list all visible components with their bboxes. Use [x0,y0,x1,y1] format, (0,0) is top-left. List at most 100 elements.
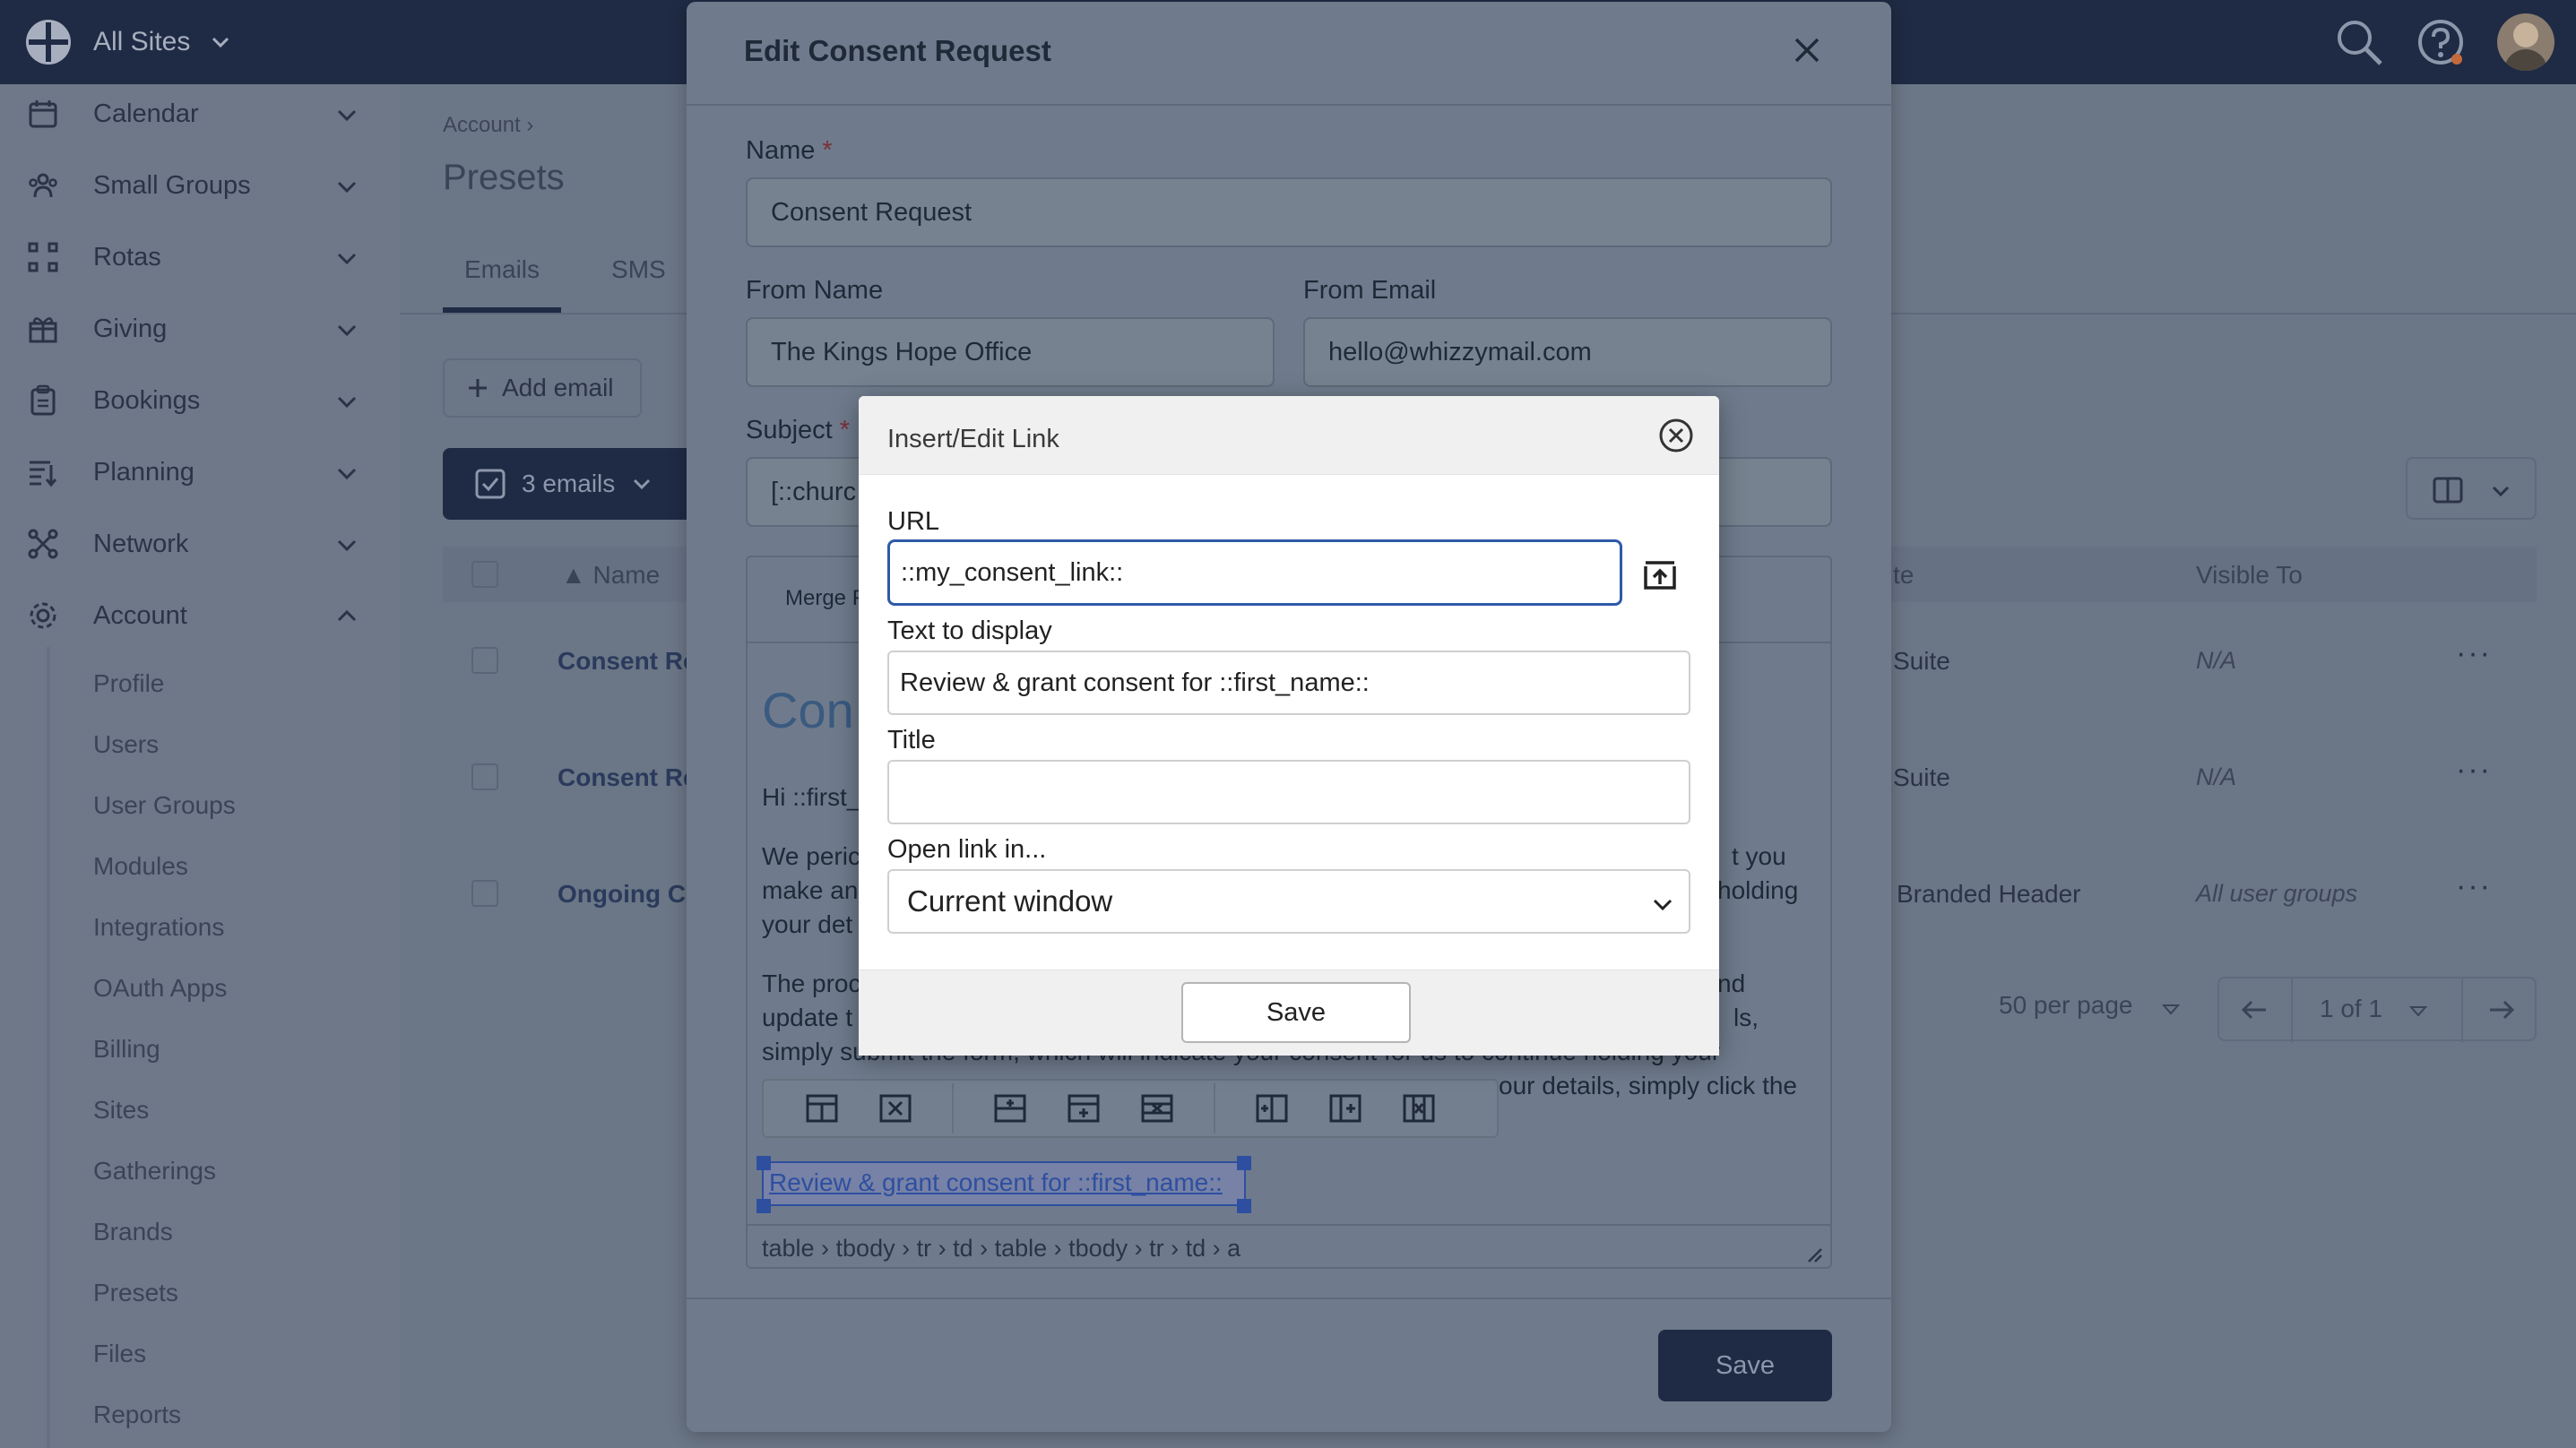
delete-column-icon[interactable] [1402,1091,1436,1125]
page-indicator[interactable]: 1 of 1 [2320,995,2382,1023]
merge-fields-button[interactable]: Merge F [785,586,865,611]
sidebar-item-calendar[interactable]: Calendar [27,87,359,141]
resize-handle[interactable] [1237,1156,1251,1170]
toolbar-separator [1214,1083,1215,1133]
search-icon[interactable] [2334,17,2384,67]
arrow-right-icon[interactable] [2488,998,2515,1021]
sidebar-sub-reports[interactable]: Reports [93,1392,181,1437]
site-switcher[interactable]: All Sites [23,13,231,72]
breadcrumb[interactable]: Account › [443,113,533,138]
delete-table-icon[interactable] [878,1091,912,1125]
sidebar-item-bookings[interactable]: Bookings [27,374,359,427]
sidebar-item-account[interactable]: Account [27,589,359,642]
text-to-display-input[interactable]: Review & grant consent for ::first_name:… [887,651,1690,715]
element-path[interactable]: table › tbody › tr › td › table › tbody … [762,1235,1240,1263]
per-page-select[interactable]: 50 per page [1999,991,2187,1027]
sidebar-item-network[interactable]: Network [27,517,359,571]
row-brand: Branded Header [1897,880,2081,908]
column-visible-to[interactable]: Visible To [2196,561,2303,590]
row-visible-to: N/A [2196,763,2237,790]
tab-emails[interactable]: Emails [443,255,562,313]
row-name[interactable]: Consent Re [558,647,697,676]
from-name-label: From Name [746,276,884,305]
sidebar-sub-billing[interactable]: Billing [93,1027,160,1072]
sidebar-sub-modules[interactable]: Modules [93,844,188,889]
browse-link-icon[interactable] [1642,557,1678,593]
editor-status-divider [748,1224,1830,1226]
tab-bar: Emails SMS [443,255,666,313]
insert-link-dialog [859,396,1719,1056]
row-visible-to: All user groups [2196,880,2358,907]
row-menu-icon[interactable]: ··· [2456,753,2492,788]
from-email-input[interactable]: hello@whizzymail.com [1303,317,1832,387]
column-template[interactable]: te [1893,561,1914,590]
sidebar-sub-gatherings[interactable]: Gatherings [93,1149,216,1194]
row-name[interactable]: Ongoing Co [558,880,701,909]
editor-para: ls, [1733,1004,1759,1031]
dialog-save-button[interactable]: Save [1181,982,1411,1043]
arrow-left-icon[interactable] [2241,998,2268,1021]
sidebar-item-small-groups[interactable]: Small Groups [27,159,359,212]
pagination: 1 of 1 [2217,977,2537,1043]
sidebar-item-planning[interactable]: Planning [27,445,359,499]
row-menu-icon[interactable]: ··· [2456,636,2492,671]
sidebar-item-rotas[interactable]: Rotas [27,230,359,284]
save-button[interactable]: Save [1658,1330,1832,1401]
url-input[interactable]: ::my_consent_link:: [887,539,1622,606]
sidebar-sub-sites[interactable]: Sites [93,1088,149,1133]
modal-footer-divider [687,1297,1891,1299]
sidebar-sub-presets[interactable]: Presets [93,1271,178,1315]
close-icon[interactable] [1793,36,1821,65]
editor-para: update t [762,1004,853,1031]
editor-para: The proc [762,970,861,997]
title-input[interactable] [887,760,1690,824]
tab-sms[interactable]: SMS [611,255,666,313]
sidebar-sub-integrations[interactable]: Integrations [93,905,224,950]
selection-bar[interactable]: 3 emails [443,448,703,520]
column-name[interactable]: ▲ Name [561,561,660,590]
resize-grip-icon[interactable] [1803,1244,1823,1263]
sidebar-sub-oauth-apps[interactable]: OAuth Apps [93,966,227,1011]
insert-row-before-icon[interactable] [993,1091,1027,1125]
help-icon[interactable] [2416,18,2465,66]
chevron-down-icon [337,396,357,409]
title-label: Title [887,726,936,754]
insert-column-before-icon[interactable] [1255,1091,1289,1125]
select-all-checkbox[interactable] [471,561,498,588]
close-circle-icon[interactable] [1658,418,1694,453]
insert-row-after-icon[interactable] [1067,1091,1101,1125]
row-checkbox[interactable] [471,880,498,907]
from-name-input[interactable]: The Kings Hope Office [746,317,1275,387]
row-name[interactable]: Consent Re [558,763,697,792]
sidebar-sub-profile[interactable]: Profile [93,661,164,706]
sidebar-sub-files[interactable]: Files [93,1332,146,1376]
name-input[interactable]: Consent Request [746,177,1832,247]
columns-button[interactable] [2406,457,2537,520]
editor-para: your det [762,910,853,938]
row-menu-icon[interactable]: ··· [2456,869,2492,904]
sidebar-item-giving[interactable]: Giving [27,302,359,356]
gear-icon [30,602,56,629]
open-link-select[interactable]: Current window [887,869,1690,934]
resize-handle[interactable] [756,1156,771,1170]
row-brand: Suite [1893,763,1950,791]
insert-column-after-icon[interactable] [1328,1091,1362,1125]
subject-label: Subject * [746,416,851,444]
chevron-down-icon [337,468,357,480]
row-checkbox[interactable] [471,647,498,674]
checkbox-checked-icon [475,469,506,499]
resize-handle[interactable] [1237,1199,1251,1213]
selected-link[interactable]: Review & grant consent for ::first_name:… [769,1168,1223,1197]
sidebar-sub-brands[interactable]: Brands [93,1210,173,1254]
add-email-button[interactable]: Add email [443,358,642,418]
row-checkbox[interactable] [471,763,498,790]
editor-para: t you [1732,842,1786,870]
table-properties-icon[interactable] [805,1091,839,1125]
chevron-down-icon [337,539,357,552]
user-avatar[interactable] [2497,13,2554,71]
page-title: Presets [443,158,565,197]
delete-row-icon[interactable] [1140,1091,1174,1125]
resize-handle[interactable] [756,1199,771,1213]
sidebar-sub-users[interactable]: Users [93,722,159,767]
sidebar-sub-user-groups[interactable]: User Groups [93,783,236,828]
